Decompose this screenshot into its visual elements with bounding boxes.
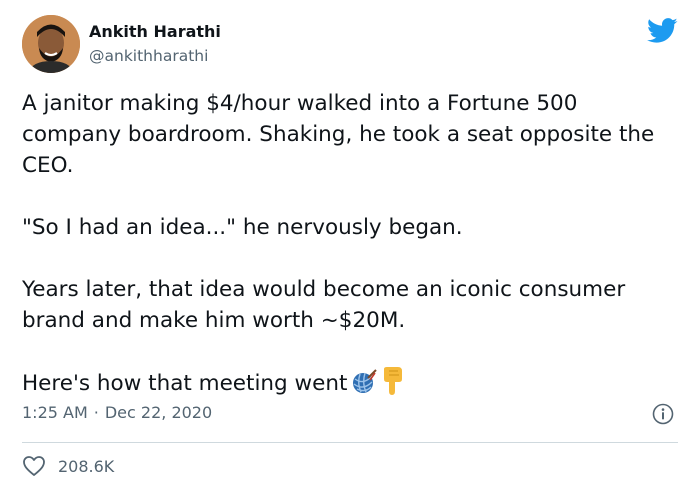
tweet-closing-line: Here's how that meeting went <box>22 367 682 404</box>
tweet-time: 1:25 AM <box>22 403 88 422</box>
avatar-image <box>22 15 80 73</box>
author-avatar[interactable] <box>22 15 80 73</box>
like-count: 208.6K <box>58 456 115 476</box>
tweet-timestamp[interactable]: 1:25 AM · Dec 22, 2020 <box>22 403 212 422</box>
heart-icon <box>23 456 45 476</box>
info-icon[interactable] <box>652 403 674 425</box>
tweet-date: Dec 22, 2020 <box>104 403 213 422</box>
backhand-index-pointing-down-icon <box>381 367 403 404</box>
author-name[interactable]: Ankith Harathi <box>89 22 221 41</box>
tweet-paragraph: A janitor making $4/hour walked into a F… <box>22 91 655 178</box>
tweet-paragraph: Years later, that idea would become an i… <box>22 277 626 333</box>
meta-separator: · <box>93 403 99 422</box>
tweet-paragraph: "So I had an idea..." he nervously began… <box>22 215 463 240</box>
divider <box>22 442 678 443</box>
yarn-ball-icon <box>351 369 378 404</box>
twitter-bird-icon[interactable] <box>647 18 678 44</box>
author-handle[interactable]: @ankithharathi <box>89 47 208 65</box>
closing-text: Here's how that meeting went <box>22 371 348 396</box>
tweet-body: A janitor making $4/hour walked into a F… <box>22 88 682 404</box>
like-button[interactable]: 208.6K <box>22 455 114 477</box>
tweet-card: Ankith Harathi @ankithharathi A janitor … <box>0 0 700 495</box>
